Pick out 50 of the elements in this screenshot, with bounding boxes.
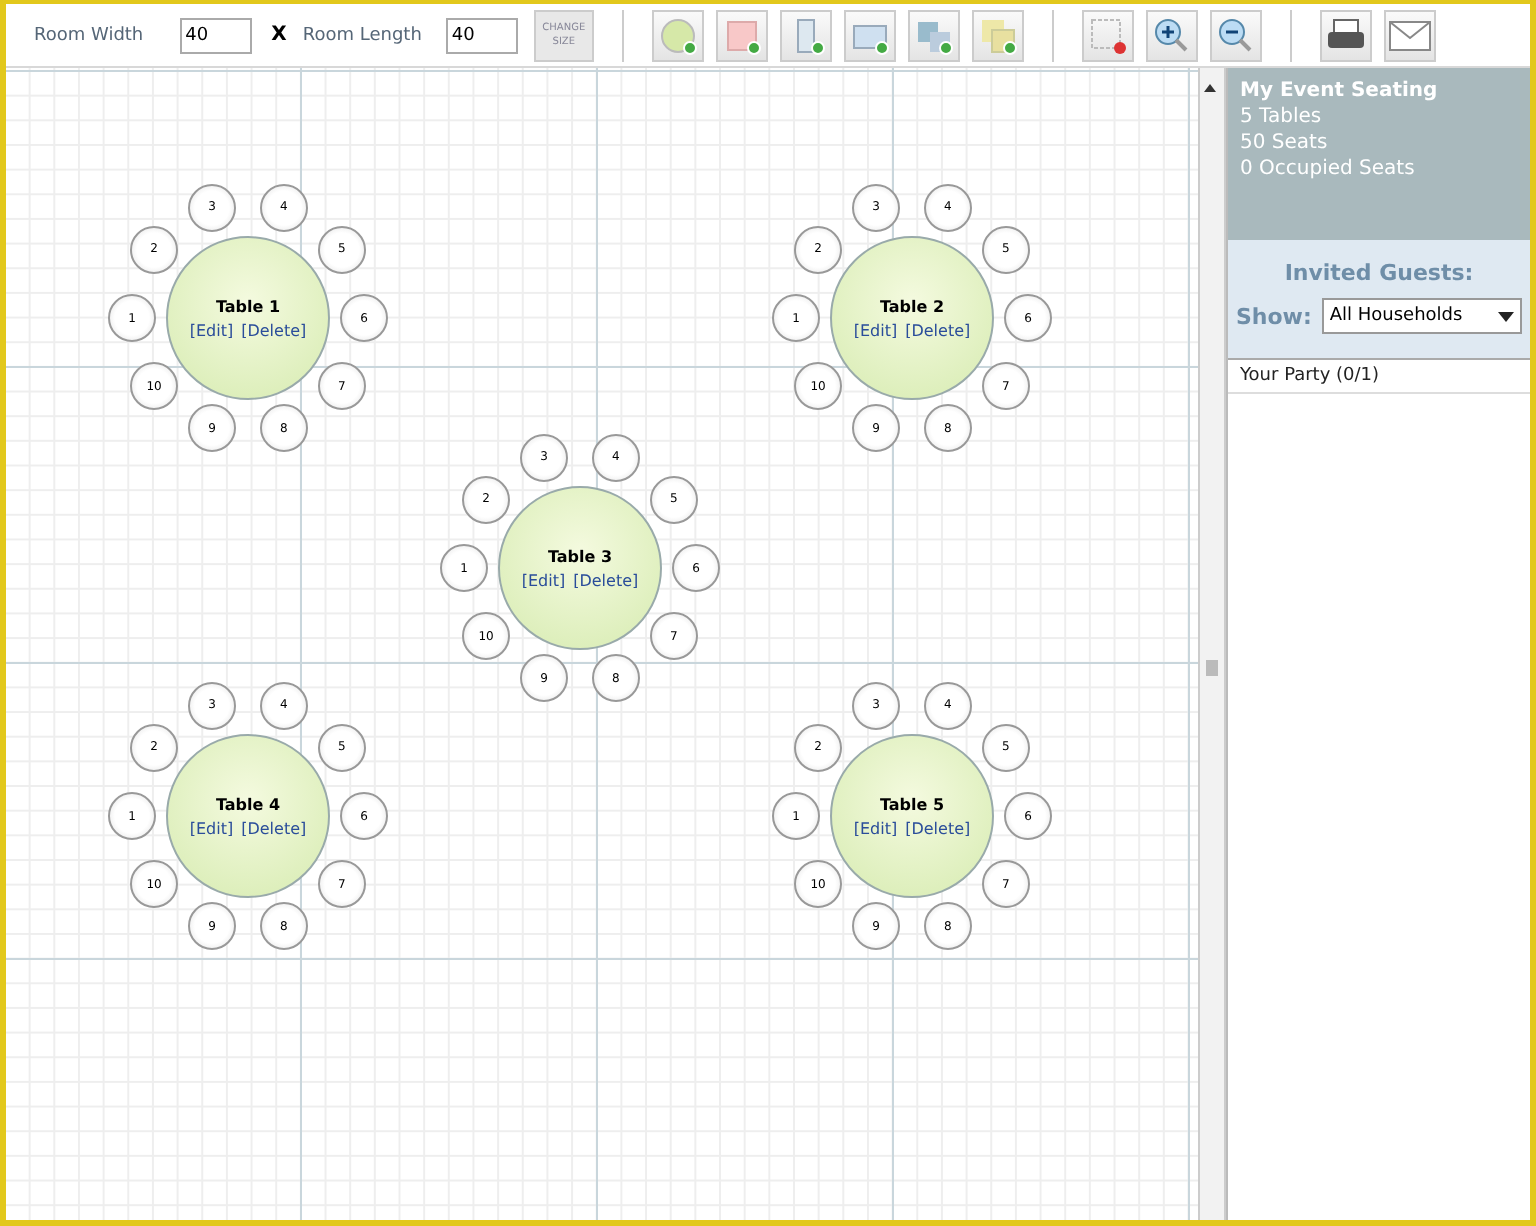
tall-table-add-icon-button[interactable] bbox=[779, 9, 832, 61]
email-button[interactable] bbox=[1383, 9, 1436, 61]
times-sign: X bbox=[271, 24, 287, 46]
vertical-scrollbar[interactable] bbox=[1198, 68, 1226, 1220]
zoom-out-button[interactable] bbox=[1209, 9, 1262, 61]
table-name: Table 2 bbox=[879, 297, 945, 315]
room-length-input[interactable]: 40 bbox=[445, 17, 518, 53]
square-table-add-icon-button[interactable] bbox=[715, 9, 768, 61]
zoom-in-button[interactable] bbox=[1145, 9, 1198, 61]
delete-link[interactable]: [Delete] bbox=[905, 819, 971, 837]
summary-stat: 5 Tables bbox=[1240, 104, 1324, 130]
edit-link[interactable]: [Edit] bbox=[189, 321, 234, 339]
duplicate-icon bbox=[977, 15, 1018, 55]
household-dropdown[interactable]: All Households bbox=[1321, 298, 1522, 334]
table-name: Table 3 bbox=[547, 547, 613, 565]
scroll-thumb[interactable] bbox=[1206, 660, 1218, 676]
circle-table-add-icon bbox=[657, 15, 698, 55]
group-add-icon-button[interactable] bbox=[907, 9, 960, 61]
print-button[interactable] bbox=[1319, 9, 1372, 61]
circle-table-add-icon-button[interactable] bbox=[651, 9, 704, 61]
edit-link[interactable]: [Edit] bbox=[521, 571, 566, 589]
round-table[interactable]: Table 2 [Edit] [Delete] bbox=[830, 236, 994, 400]
round-table[interactable]: Table 5 [Edit] [Delete] bbox=[830, 734, 994, 898]
edit-link[interactable]: [Edit] bbox=[853, 819, 898, 837]
summary-stat: 50 Seats bbox=[1240, 130, 1330, 156]
table-name: Table 1 bbox=[215, 297, 281, 315]
delete-link[interactable]: [Delete] bbox=[573, 571, 639, 589]
round-table[interactable]: Table 3 [Edit] [Delete] bbox=[498, 486, 662, 650]
show-label: Show: bbox=[1236, 303, 1312, 329]
table-name: Table 5 bbox=[879, 795, 945, 813]
room-width-input[interactable]: 40 bbox=[179, 17, 252, 53]
edit-link[interactable]: [Edit] bbox=[189, 819, 234, 837]
square-table-add-icon bbox=[721, 15, 762, 55]
banquet-table-add-icon-button[interactable] bbox=[843, 9, 896, 61]
delete-link[interactable]: [Delete] bbox=[905, 321, 971, 339]
delete-link[interactable]: [Delete] bbox=[241, 819, 307, 837]
dropdown-caret-icon bbox=[1498, 311, 1514, 321]
event-title: My Event Seating bbox=[1240, 78, 1440, 104]
clear-grid-button[interactable] bbox=[1081, 9, 1134, 61]
room-width-label: Room Width bbox=[34, 25, 144, 45]
edit-link[interactable]: [Edit] bbox=[853, 321, 898, 339]
duplicate-icon-button[interactable] bbox=[971, 9, 1024, 61]
round-table[interactable]: Table 4 [Edit] [Delete] bbox=[166, 734, 330, 898]
room-length-label: Room Length bbox=[302, 25, 422, 45]
delete-link[interactable]: [Delete] bbox=[241, 321, 307, 339]
table-name: Table 4 bbox=[215, 795, 281, 813]
summary-stat: 0 Occupied Seats bbox=[1240, 156, 1417, 182]
guests-heading: Invited Guests: bbox=[1284, 260, 1474, 286]
guest-row[interactable]: Your Party (0/1) bbox=[1228, 360, 1530, 394]
round-table[interactable]: Table 1 [Edit] [Delete] bbox=[166, 236, 330, 400]
